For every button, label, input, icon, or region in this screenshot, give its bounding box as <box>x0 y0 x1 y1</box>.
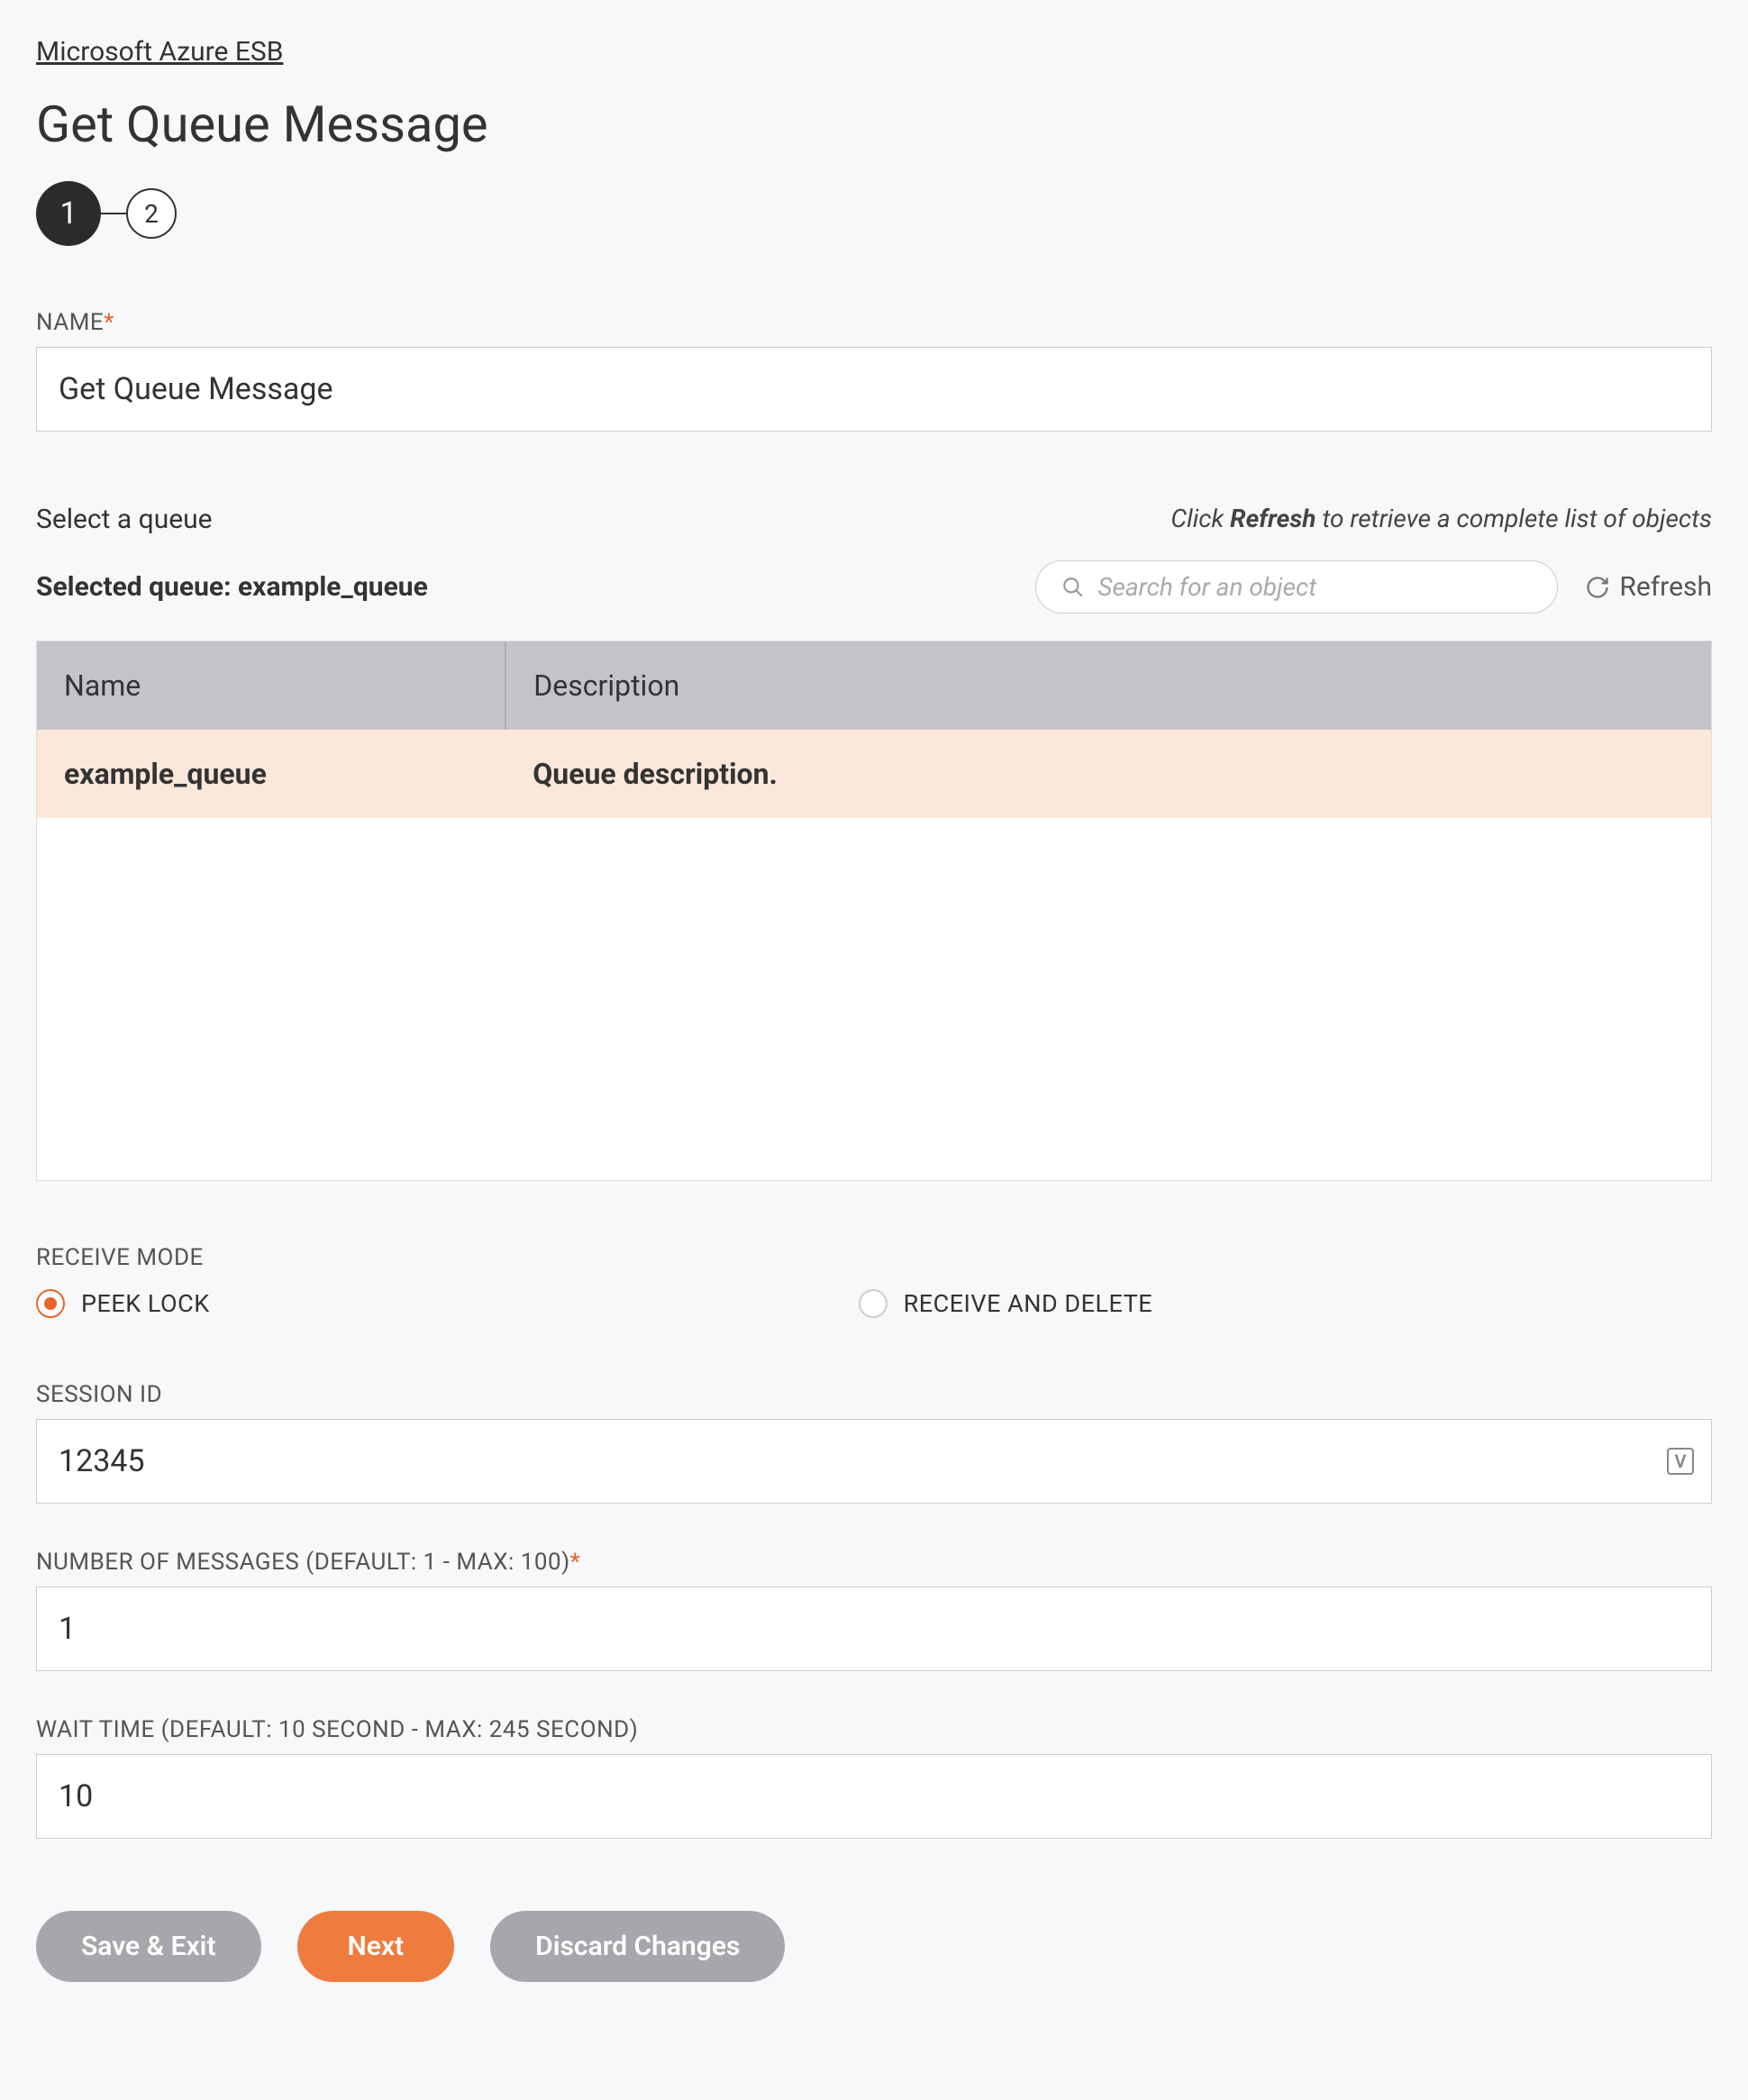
wait-time-input[interactable] <box>36 1754 1712 1839</box>
refresh-icon <box>1585 575 1610 600</box>
search-icon <box>1061 576 1085 599</box>
save-exit-button[interactable]: Save & Exit <box>36 1911 261 1982</box>
radio-receive-delete[interactable]: RECEIVE AND DELETE <box>859 1289 1152 1318</box>
search-box[interactable] <box>1035 560 1558 614</box>
queue-table-wrapper[interactable]: Name Description example_queue Queue des… <box>36 641 1712 1181</box>
next-button[interactable]: Next <box>297 1911 455 1982</box>
wait-time-label: WAIT TIME (DEFAULT: 10 SECOND - MAX: 245… <box>36 1716 1712 1743</box>
select-queue-label: Select a queue <box>36 504 213 535</box>
step-1[interactable]: 1 <box>36 181 101 246</box>
queue-table: Name Description example_queue Queue des… <box>37 641 1711 818</box>
receive-mode-label: RECEIVE MODE <box>36 1244 1712 1271</box>
session-id-input[interactable] <box>36 1419 1712 1504</box>
radio-peek-label: PEEK LOCK <box>81 1289 210 1318</box>
refresh-label: Refresh <box>1619 571 1712 603</box>
page-title: Get Queue Message <box>36 95 1712 154</box>
name-label: NAME* <box>36 309 1712 336</box>
radio-icon <box>36 1289 65 1318</box>
session-id-label: SESSION ID <box>36 1381 1712 1408</box>
search-input[interactable] <box>1097 572 1532 602</box>
stepper: 1 2 <box>36 181 1712 246</box>
col-description[interactable]: Description <box>505 641 1711 730</box>
table-row[interactable]: example_queue Queue description. <box>37 730 1711 818</box>
name-input[interactable] <box>36 347 1712 432</box>
num-messages-label: NUMBER OF MESSAGES (DEFAULT: 1 - MAX: 10… <box>36 1549 1712 1576</box>
discard-button[interactable]: Discard Changes <box>490 1911 785 1982</box>
num-messages-input[interactable] <box>36 1586 1712 1671</box>
variable-icon[interactable]: V <box>1667 1448 1694 1475</box>
refresh-button[interactable]: Refresh <box>1585 571 1712 603</box>
radio-receive-label: RECEIVE AND DELETE <box>904 1289 1152 1318</box>
radio-peek-lock[interactable]: PEEK LOCK <box>36 1289 210 1318</box>
breadcrumb-link[interactable]: Microsoft Azure ESB <box>36 36 283 68</box>
selected-queue-text: Selected queue: example_queue <box>36 571 428 603</box>
radio-icon <box>859 1289 888 1318</box>
step-connector <box>101 213 126 214</box>
cell-description: Queue description. <box>505 730 1711 818</box>
cell-name: example_queue <box>37 730 505 818</box>
refresh-hint: Click Refresh to retrieve a complete lis… <box>1170 504 1712 533</box>
col-name[interactable]: Name <box>37 641 505 730</box>
step-2[interactable]: 2 <box>126 188 177 239</box>
